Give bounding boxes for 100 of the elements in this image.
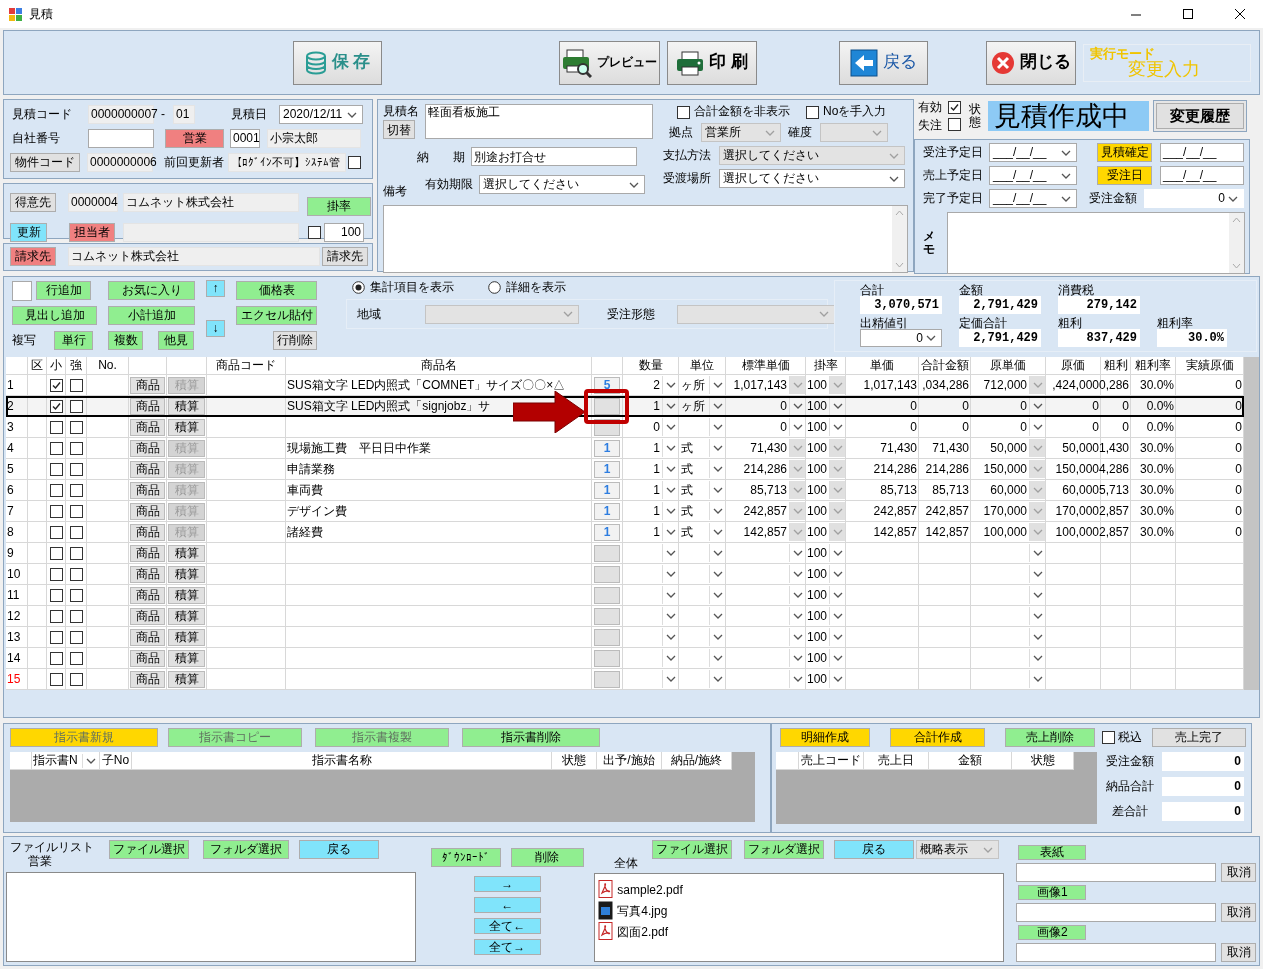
dropdown-cell[interactable]: 100: [806, 459, 845, 479]
file-button[interactable]: フォルダ選択: [203, 840, 289, 859]
customer-button[interactable]: 得意先: [10, 193, 56, 212]
dropdown-cell[interactable]: 100,000: [971, 522, 1045, 542]
checkbox[interactable]: [49, 609, 63, 623]
dropdown-cell[interactable]: 71,430: [726, 438, 805, 458]
estimate-name-field[interactable]: 軽面看板施工: [425, 104, 653, 139]
total-field[interactable]: 3,070,571: [860, 296, 942, 314]
dropdown-cell[interactable]: 100: [806, 417, 845, 437]
dropdown-cell[interactable]: 214,286: [726, 459, 805, 479]
checkbox[interactable]: [69, 651, 83, 665]
dropdown-cell[interactable]: 60,000: [971, 480, 1045, 500]
rate-button[interactable]: 掛率: [307, 197, 371, 216]
move-down-button[interactable]: ↓: [206, 319, 225, 337]
price-list-button[interactable]: 価格表: [236, 281, 317, 300]
checkbox[interactable]: [49, 588, 63, 602]
dropdown-cell[interactable]: ヶ所: [679, 375, 725, 395]
dropdown-cell[interactable]: 1: [623, 459, 678, 479]
product-button[interactable]: 商品: [130, 376, 165, 394]
checkbox[interactable]: [948, 118, 961, 132]
table-row[interactable]: 15 商品 積算 100: [6, 669, 1244, 690]
dropdown-cell[interactable]: 0: [971, 396, 1045, 416]
product-button[interactable]: 商品: [130, 586, 165, 604]
view-dropdown[interactable]: 概略表示: [916, 840, 1000, 859]
dropdown-cell[interactable]: 0: [726, 417, 805, 437]
dropdown-cell[interactable]: 1: [623, 501, 678, 521]
total-field[interactable]: 0: [1162, 777, 1244, 796]
attachment-field[interactable]: [1016, 903, 1217, 922]
staff-name-field[interactable]: 小宗太郎: [267, 129, 361, 148]
checkbox[interactable]: [69, 483, 83, 497]
dropdown-cell[interactable]: 式: [679, 501, 725, 521]
checkbox[interactable]: [677, 106, 690, 119]
delivery-field[interactable]: 別途お打合せ: [471, 147, 637, 167]
dropdown-cell[interactable]: 100: [806, 375, 845, 395]
checkbox[interactable]: [49, 378, 63, 392]
count-button[interactable]: 1: [594, 481, 620, 499]
favorite-button[interactable]: お気に入り: [108, 281, 195, 300]
instruction-button[interactable]: 指示書削除: [462, 728, 600, 747]
checkbox[interactable]: [49, 483, 63, 497]
dropdown-cell[interactable]: 1: [623, 522, 678, 542]
filter-dropdown[interactable]: [425, 304, 579, 324]
checkbox[interactable]: [69, 546, 83, 560]
product-button[interactable]: 商品: [130, 544, 165, 562]
count-button[interactable]: 1: [594, 439, 620, 457]
dropdown-cell[interactable]: 式: [679, 480, 725, 500]
payment-dropdown[interactable]: 選択してください: [719, 146, 905, 165]
checkbox[interactable]: [348, 156, 361, 169]
rate-field[interactable]: 100: [324, 223, 364, 242]
dropdown-cell[interactable]: 150,000: [971, 459, 1045, 479]
table-row[interactable]: 14 商品 積算 100: [6, 648, 1244, 669]
delete-row-button[interactable]: 行削除: [273, 331, 317, 350]
checkbox[interactable]: [69, 672, 83, 686]
checkbox[interactable]: [49, 441, 63, 455]
move-button[interactable]: ←: [473, 897, 541, 913]
total-field[interactable]: 279,142: [1058, 296, 1140, 314]
sales-button[interactable]: 合計作成: [890, 728, 985, 747]
dropdown-cell[interactable]: 242,857: [726, 501, 805, 521]
attachment-button[interactable]: 画像2: [1018, 925, 1087, 940]
checkbox[interactable]: [49, 567, 63, 581]
checkbox[interactable]: [49, 672, 63, 686]
table-row[interactable]: 13 商品 積算 100: [6, 627, 1244, 648]
date-picker[interactable]: ___/__/__: [989, 143, 1077, 162]
table-row[interactable]: 11 商品 積算 100: [6, 585, 1244, 606]
dropdown-cell[interactable]: 1: [623, 396, 678, 416]
checkbox[interactable]: [49, 399, 63, 413]
product-button[interactable]: 商品: [130, 502, 165, 520]
checkbox[interactable]: [69, 588, 83, 602]
checkbox[interactable]: [69, 525, 83, 539]
cancel-button[interactable]: 取消: [1221, 943, 1257, 962]
estimate-button[interactable]: 積算: [168, 586, 205, 604]
dropdown-cell[interactable]: 100: [806, 501, 845, 521]
checkbox[interactable]: [49, 462, 63, 476]
estimate-button[interactable]: 積算: [168, 565, 205, 583]
total-field[interactable]: 0: [1162, 752, 1244, 771]
count-button[interactable]: [594, 397, 620, 415]
person-field[interactable]: [123, 223, 299, 242]
staff-code-field[interactable]: 0001: [230, 129, 260, 148]
file-button[interactable]: ファイル選択: [109, 840, 189, 859]
product-button[interactable]: 商品: [130, 670, 165, 688]
other-estimate-button[interactable]: 他見: [158, 331, 194, 350]
billing-button[interactable]: 請求先: [10, 247, 56, 266]
dropdown-cell[interactable]: 100: [806, 564, 845, 584]
attachment-button[interactable]: 画像1: [1018, 885, 1087, 900]
date-picker[interactable]: ___/__/__: [989, 189, 1077, 208]
dropdown-cell[interactable]: 100: [806, 438, 845, 458]
print-button[interactable]: 印 刷: [667, 40, 757, 85]
customer-code-field[interactable]: 0000004: [68, 193, 118, 212]
file-button[interactable]: フォルダ選択: [744, 840, 825, 859]
dropdown-cell[interactable]: 式: [679, 438, 725, 458]
multi-copy-button[interactable]: 複数: [108, 331, 143, 350]
total-field[interactable]: 2,791,429: [959, 329, 1041, 347]
checkbox[interactable]: [69, 441, 83, 455]
base-dropdown[interactable]: 営業所: [701, 123, 781, 142]
dropdown-cell[interactable]: 0: [726, 396, 805, 416]
dropdown-cell[interactable]: 1,017,143: [726, 375, 805, 395]
product-button[interactable]: 商品: [130, 418, 165, 436]
notes-field[interactable]: [383, 204, 908, 273]
total-field[interactable]: 30.0%: [1157, 329, 1227, 347]
file-button[interactable]: 戻る: [834, 840, 915, 859]
select-box[interactable]: [12, 280, 32, 301]
